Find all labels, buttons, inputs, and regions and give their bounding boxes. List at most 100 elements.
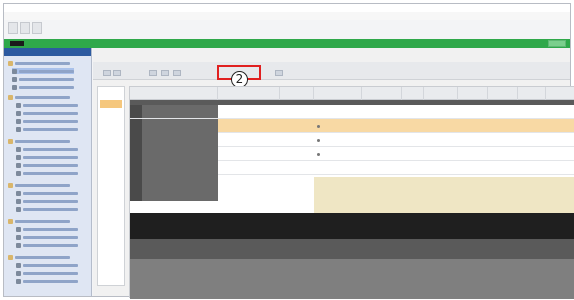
- tree-item[interactable]: [8, 218, 70, 224]
- tree-item[interactable]: [8, 182, 70, 188]
- node-icon: [16, 162, 21, 168]
- ribbon-button[interactable]: [173, 70, 181, 76]
- node-icon: [16, 170, 21, 176]
- column-header[interactable]: [130, 87, 218, 100]
- table-cell: [280, 147, 314, 161]
- tree-item[interactable]: [16, 198, 78, 204]
- toolbar-button[interactable]: [32, 22, 42, 34]
- ribbon-button[interactable]: [275, 70, 283, 76]
- panel-item[interactable]: [100, 109, 122, 117]
- tree-item[interactable]: [8, 254, 70, 260]
- node-icon: [16, 262, 21, 268]
- table-cell: [362, 147, 402, 161]
- folder-icon: [8, 60, 13, 66]
- header-button[interactable]: [548, 40, 566, 47]
- table-cell: [314, 147, 362, 161]
- application-window: 2: [3, 3, 574, 299]
- panel-item-selected[interactable]: [100, 100, 122, 108]
- table-cell: [402, 119, 424, 133]
- node-icon: [12, 68, 17, 74]
- node-icon: [16, 270, 21, 276]
- empty-area: [130, 259, 574, 299]
- column-header[interactable]: [518, 87, 546, 100]
- table-cell: [218, 119, 280, 133]
- tree-item[interactable]: [12, 76, 74, 82]
- node-icon: [16, 154, 21, 160]
- column-header[interactable]: [280, 87, 314, 100]
- tree-item[interactable]: [16, 110, 78, 116]
- ribbon-group: [147, 64, 207, 78]
- tree-item[interactable]: [16, 262, 78, 268]
- tree-item[interactable]: [16, 162, 78, 168]
- tree-item[interactable]: [16, 270, 78, 276]
- table-row[interactable]: [218, 161, 574, 175]
- data-grid: [129, 86, 574, 299]
- table-cell: [280, 119, 314, 133]
- table-cell: [424, 133, 458, 147]
- table-row[interactable]: [218, 147, 574, 161]
- tree-item[interactable]: [16, 154, 78, 160]
- empty-grid-area: [314, 177, 574, 213]
- column-header[interactable]: [546, 87, 574, 100]
- sidebar-header: [4, 48, 91, 56]
- node-icon: [16, 110, 21, 116]
- ribbon-group: [101, 64, 141, 78]
- grey-band: [130, 239, 574, 259]
- table-row[interactable]: [130, 105, 574, 119]
- folder-icon: [8, 254, 13, 260]
- tree-item[interactable]: [8, 138, 70, 144]
- tree-item-selected[interactable]: [12, 68, 74, 74]
- column-header[interactable]: [488, 87, 518, 100]
- tree-item[interactable]: [16, 234, 78, 240]
- tree-item[interactable]: [16, 170, 78, 176]
- tree-item[interactable]: [16, 126, 78, 132]
- app-header-bar: [4, 39, 570, 48]
- tree-item[interactable]: [8, 94, 70, 100]
- node-icon: [16, 102, 21, 108]
- tree-item[interactable]: [16, 146, 78, 152]
- table-cell: [218, 133, 280, 147]
- table-cell: [458, 119, 488, 133]
- navigation-tree: [4, 48, 92, 296]
- table-cell: [280, 161, 314, 175]
- column-header[interactable]: [458, 87, 488, 100]
- tree-item[interactable]: [16, 102, 78, 108]
- tree-item[interactable]: [12, 84, 74, 90]
- node-icon: [16, 118, 21, 124]
- ribbon-button[interactable]: [103, 70, 111, 76]
- node-icon: [16, 190, 21, 196]
- column-header[interactable]: [218, 87, 280, 100]
- column-header[interactable]: [314, 87, 362, 100]
- table-cell: [280, 105, 314, 119]
- ribbon-button[interactable]: [149, 70, 157, 76]
- tree-item[interactable]: [16, 226, 78, 232]
- column-header[interactable]: [402, 87, 424, 100]
- tree-item[interactable]: [8, 60, 70, 66]
- node-icon: [16, 226, 21, 232]
- tree-item[interactable]: [16, 190, 78, 196]
- tree-item[interactable]: [16, 278, 78, 284]
- panel-item[interactable]: [100, 91, 122, 99]
- merged-group-cell: [130, 105, 218, 201]
- main-content: 2: [93, 48, 574, 299]
- toolbar-button[interactable]: [8, 22, 18, 34]
- column-header[interactable]: [424, 87, 458, 100]
- node-icon: [16, 146, 21, 152]
- ribbon-button[interactable]: [113, 70, 121, 76]
- group-indent-cell: [130, 105, 142, 201]
- status-dot-icon: [317, 152, 320, 156]
- tree-item[interactable]: [16, 242, 78, 248]
- menu-bar: [4, 12, 570, 20]
- status-dot-icon: [317, 124, 320, 128]
- toolbar-button[interactable]: [20, 22, 30, 34]
- node-icon: [16, 278, 21, 284]
- table-row-highlighted[interactable]: [218, 119, 574, 133]
- table-row[interactable]: [218, 133, 574, 147]
- ribbon-toolbar: [93, 62, 570, 80]
- tree-item[interactable]: [16, 118, 78, 124]
- tree-item[interactable]: [16, 206, 78, 212]
- node-icon: [16, 126, 21, 132]
- node-icon: [16, 234, 21, 240]
- column-header[interactable]: [362, 87, 402, 100]
- ribbon-button[interactable]: [161, 70, 169, 76]
